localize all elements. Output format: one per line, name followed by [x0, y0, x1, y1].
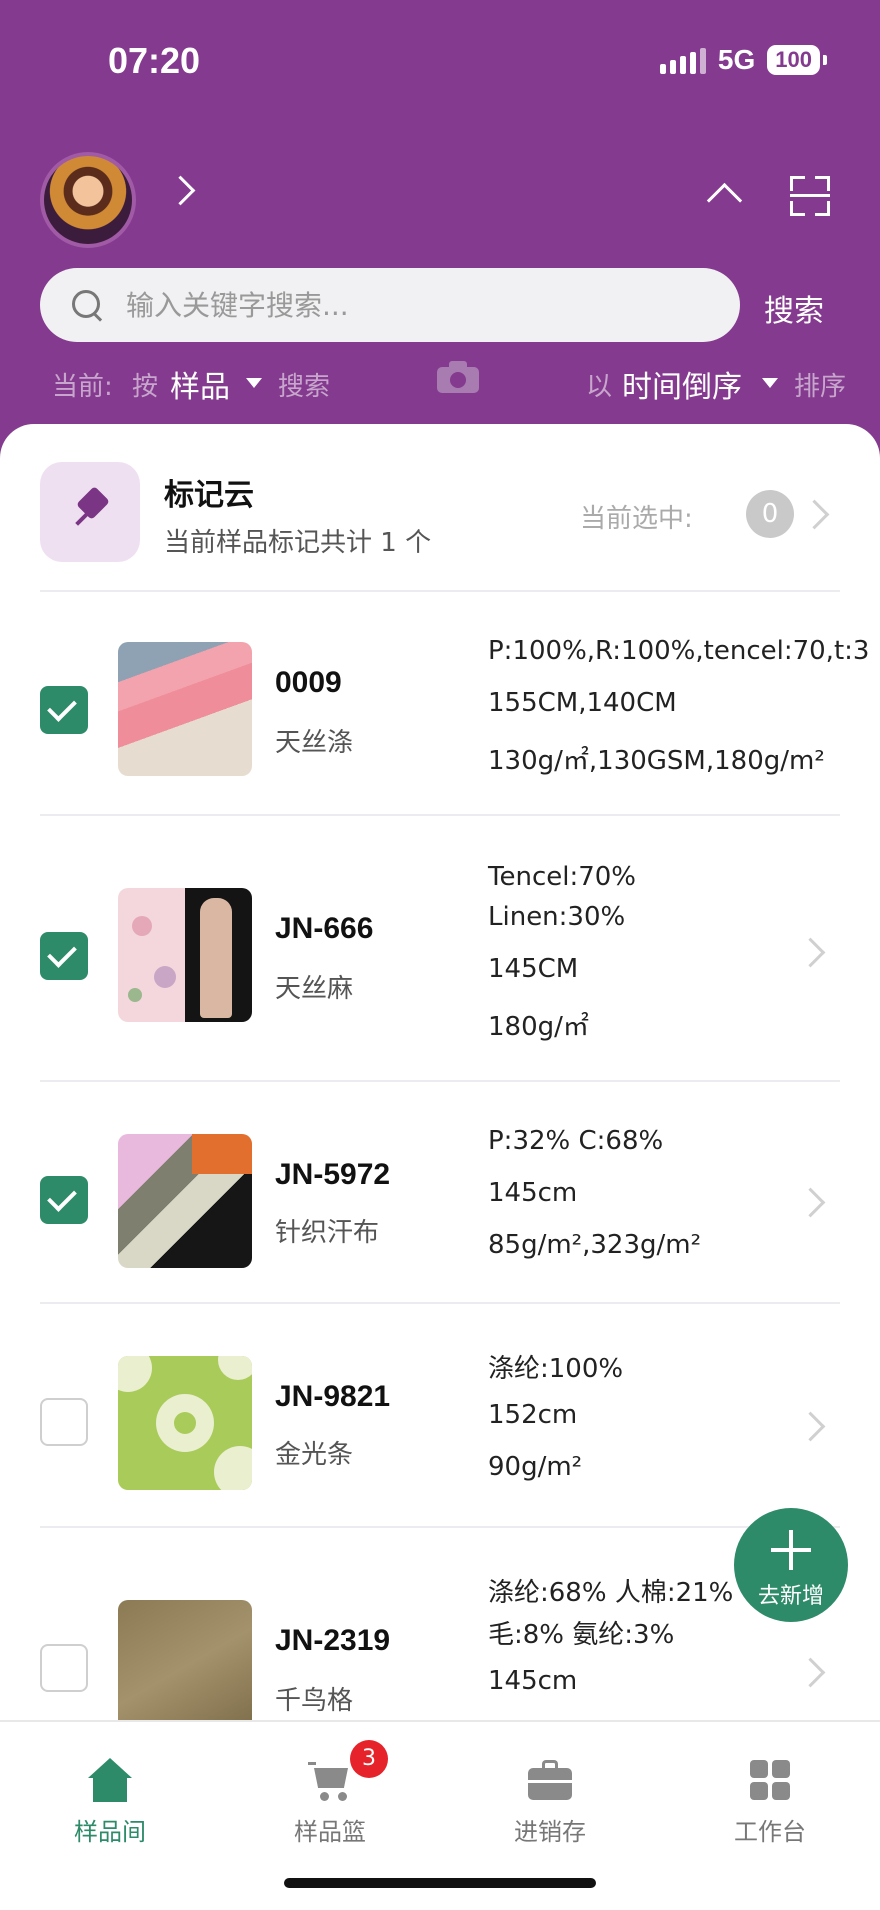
sample-code: JN-9821: [275, 1380, 391, 1413]
network-type: 5G: [717, 44, 756, 75]
sample-spec: 152cm: [488, 1400, 578, 1430]
sample-code: JN-5972: [275, 1158, 391, 1191]
pin-icon: [72, 486, 112, 532]
filter-current-label: 当前:: [52, 372, 113, 402]
briefcase-icon: [528, 1758, 572, 1802]
home-icon: [88, 1758, 132, 1802]
chevron-right-icon[interactable]: [799, 499, 830, 530]
tab-bar: 样品间 3 样品篮 进销存 工作台: [0, 1720, 880, 1910]
plus-icon: [771, 1530, 811, 1570]
chevron-right-icon[interactable]: [165, 175, 196, 206]
sample-thumbnail: [118, 642, 252, 776]
selected-count-badge: 0: [746, 490, 794, 538]
sample-spec: Linen:30%: [488, 902, 626, 932]
divider: [40, 590, 840, 592]
cart-icon: [308, 1758, 352, 1802]
battery-icon: 100: [767, 45, 827, 75]
camera-icon[interactable]: [437, 361, 479, 393]
sample-row[interactable]: JN-666 天丝麻 Tencel:70% Linen:30% 145CM 18…: [0, 816, 880, 1080]
chevron-up-icon[interactable]: [706, 182, 743, 219]
sample-name: 千鸟格: [275, 1686, 354, 1716]
sample-row[interactable]: JN-5972 针织汗布 P:32% C:68% 145cm 85g/m²,32…: [0, 1082, 880, 1302]
sample-spec: 145cm: [488, 1178, 578, 1208]
sample-checkbox[interactable]: [40, 1398, 88, 1446]
home-indicator: [284, 1878, 596, 1888]
sample-thumbnail: [118, 1134, 252, 1268]
sample-thumbnail: [118, 888, 252, 1022]
sample-name: 针织汗布: [275, 1218, 380, 1248]
sample-spec: 涤纶:100%: [488, 1354, 624, 1384]
sample-spec: Tencel:70%: [488, 862, 637, 892]
sample-checkbox[interactable]: [40, 1176, 88, 1224]
sample-spec: 155CM,140CM: [488, 688, 677, 718]
search-icon: [72, 290, 103, 322]
tab-label: 样品篮: [294, 1818, 366, 1846]
sample-spec: 180g/㎡: [488, 1012, 589, 1042]
sample-code: 0009: [275, 666, 342, 699]
caret-down-icon[interactable]: [246, 378, 262, 388]
search-button[interactable]: 搜索: [764, 286, 824, 330]
sample-spec: 涤纶:68% 人棉:21% ·: [488, 1578, 750, 1608]
tab-label: 样品间: [74, 1818, 146, 1846]
sample-spec: 145cm: [488, 1666, 578, 1696]
tab-label: 工作台: [734, 1818, 806, 1846]
sample-checkbox[interactable]: [40, 932, 88, 980]
mark-cloud-card[interactable]: 标记云 当前样品标记共计 1 个 当前选中: 0: [40, 462, 840, 592]
sample-checkbox[interactable]: [40, 686, 88, 734]
sample-thumbnail: [118, 1600, 252, 1720]
sample-spec: 130g/㎡,130GSM,180g/m²: [488, 746, 825, 776]
sample-row[interactable]: JN-9821 金光条 涤纶:100% 152cm 90g/m²: [0, 1304, 880, 1526]
chevron-right-icon[interactable]: [795, 1411, 826, 1442]
selected-label: 当前选中:: [580, 504, 693, 534]
header: 07:20 5G 100 搜索 当前: 按 样品 搜索 以 时间倒序 排序: [0, 0, 880, 460]
sample-spec: 毛:8% 氨纶:3%: [488, 1620, 675, 1650]
sample-name: 天丝涤: [275, 728, 354, 758]
search-bar: [40, 268, 740, 342]
mark-cloud-subtitle: 当前样品标记共计 1 个: [164, 528, 432, 558]
sample-spec: P:32% C:68%: [488, 1126, 664, 1156]
filter-search-suffix: 搜索: [278, 372, 331, 402]
sample-spec: 90g/m²: [488, 1452, 583, 1482]
tab-label: 进销存: [514, 1818, 586, 1846]
order-prefix: 以: [586, 372, 613, 402]
scan-icon[interactable]: [790, 176, 830, 216]
avatar[interactable]: [40, 152, 136, 248]
cart-badge: 3: [350, 1740, 388, 1778]
filter-field-select[interactable]: 样品: [170, 362, 230, 406]
status-indicators: 5G 100: [659, 44, 827, 76]
sample-spec: 85g/m²,323g/m²: [488, 1230, 702, 1260]
grid-icon: [748, 1758, 792, 1802]
sample-spec: 145CM: [488, 954, 579, 984]
order-suffix: 排序: [794, 372, 847, 402]
sample-name: 天丝麻: [275, 974, 354, 1004]
sample-code: JN-2319: [275, 1624, 391, 1657]
sample-checkbox[interactable]: [40, 1644, 88, 1692]
sample-thumbnail: [118, 1356, 252, 1490]
sample-row[interactable]: 0009 天丝涤 P:100%,R:100%,tencel:70,t:3 155…: [0, 600, 880, 814]
add-new-label: 去新增: [757, 1584, 824, 1609]
chevron-right-icon[interactable]: [795, 937, 826, 968]
order-select[interactable]: 时间倒序: [622, 362, 742, 406]
add-new-button[interactable]: 去新增: [734, 1508, 848, 1622]
status-time: 07:20: [108, 40, 201, 81]
sample-code: JN-666: [275, 912, 374, 945]
sample-name: 金光条: [275, 1440, 354, 1470]
mark-cloud-title: 标记云: [164, 478, 254, 513]
mark-cloud-icon-box: [40, 462, 140, 562]
sample-spec: P:100%,R:100%,tencel:70,t:3: [488, 636, 870, 666]
chevron-right-icon[interactable]: [795, 1187, 826, 1218]
caret-down-icon[interactable]: [762, 378, 778, 388]
signal-icon: [659, 46, 706, 74]
chevron-right-icon[interactable]: [795, 1657, 826, 1688]
filter-by-label: 按: [132, 372, 159, 402]
search-input[interactable]: [124, 287, 688, 323]
